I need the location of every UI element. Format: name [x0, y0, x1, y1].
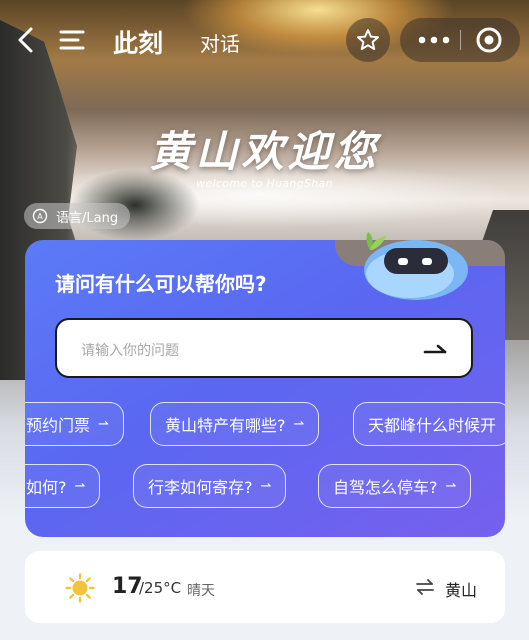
- language-button[interactable]: A 语言/Lang: [24, 203, 131, 229]
- chip-arrow-icon: ⇀: [74, 478, 86, 494]
- capsule-divider: [460, 30, 461, 50]
- more-dots-icon: [418, 36, 450, 44]
- suggestion-chip[interactable]: 天都峰什么时候开: [353, 402, 505, 446]
- temperature-range: /25°C: [139, 579, 182, 597]
- robot-mascot-icon: [364, 232, 468, 300]
- suggestion-chip[interactable]: 如何? ⇀: [25, 464, 101, 508]
- chip-arrow-icon: ⇀: [293, 416, 305, 432]
- suggestion-chip[interactable]: 黄山特产有哪些? ⇀: [150, 402, 320, 446]
- language-label: 语言/Lang: [56, 210, 119, 226]
- chip-label: 预约门票: [26, 416, 91, 435]
- chip-label: 行李如何寄存?: [148, 478, 253, 497]
- top-bar: 此刻 对话: [0, 14, 529, 66]
- tab-now[interactable]: 此刻: [113, 24, 163, 60]
- switch-arrows-icon[interactable]: [415, 577, 435, 597]
- question-input-placeholder: 请输入你的问题: [81, 343, 179, 359]
- assistant-question: 请问有什么可以帮你吗?: [55, 272, 267, 296]
- chip-label: 如何?: [26, 478, 67, 497]
- chip-label: 天都峰什么时候开: [368, 416, 497, 435]
- location-name[interactable]: 黄山: [445, 577, 477, 601]
- chip-label: 黄山特产有哪些?: [165, 416, 286, 435]
- more-button[interactable]: [414, 26, 454, 54]
- menu-button[interactable]: [58, 28, 86, 52]
- arrow-right-icon[interactable]: [423, 338, 449, 360]
- chip-label: 自驾怎么停车?: [333, 478, 438, 497]
- suggestion-chip[interactable]: 预约门票 ⇀: [25, 402, 124, 446]
- mini-program-capsule: [400, 18, 520, 62]
- weather-card: 17 /25°C 晴天 黄山: [25, 551, 505, 623]
- welcome-subtitle: welcome to HuangShan: [196, 177, 333, 190]
- chip-arrow-icon: ⇀: [98, 416, 109, 432]
- chip-arrow-icon: ⇀: [260, 478, 272, 494]
- suggestion-row-1: 预约门票 ⇀ 黄山特产有哪些? ⇀ 天都峰什么时候开: [25, 402, 505, 448]
- weather-condition: 晴天: [187, 583, 215, 599]
- language-icon: A: [32, 208, 48, 224]
- suggestion-chip[interactable]: 行李如何寄存? ⇀: [133, 464, 287, 508]
- suggestion-row-2: 如何? ⇀ 行李如何寄存? ⇀ 自驾怎么停车? ⇀: [25, 464, 505, 510]
- sun-icon: [65, 573, 95, 603]
- tab-chat[interactable]: 对话: [200, 28, 240, 57]
- welcome-title: 黄山欢迎您: [149, 127, 380, 176]
- target-close-icon: [476, 27, 502, 53]
- chevron-left-icon: [18, 27, 33, 53]
- favorite-button[interactable]: [346, 18, 390, 62]
- menu-icon: [59, 30, 85, 50]
- star-icon: [357, 29, 379, 50]
- chip-arrow-icon: ⇀: [445, 478, 457, 494]
- svg-text:A: A: [37, 212, 43, 221]
- suggestion-chip[interactable]: 自驾怎么停车? ⇀: [318, 464, 472, 508]
- question-input[interactable]: 请输入你的问题: [55, 318, 473, 378]
- close-button[interactable]: [474, 26, 504, 54]
- back-button[interactable]: [14, 26, 40, 54]
